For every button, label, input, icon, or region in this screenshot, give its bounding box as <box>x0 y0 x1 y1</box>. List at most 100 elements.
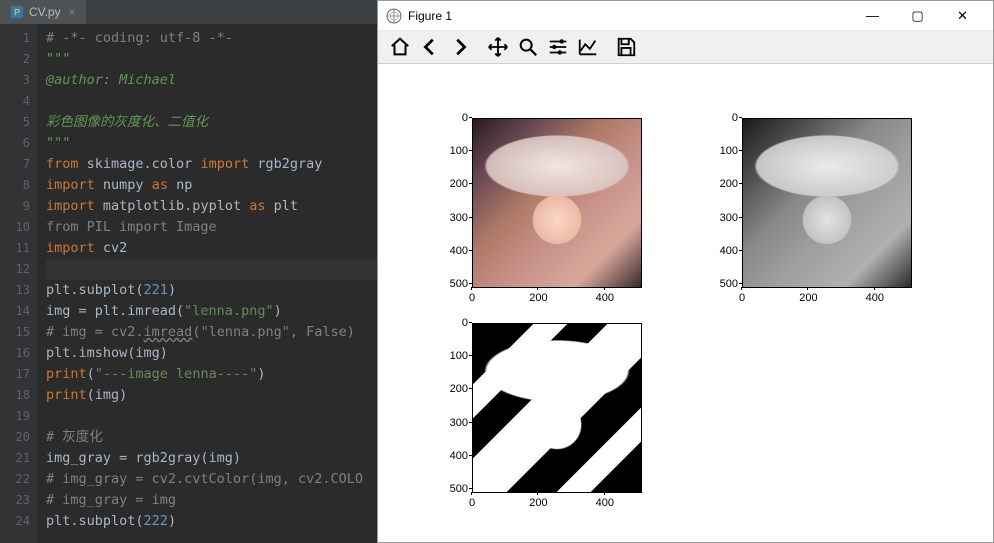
line-number: 9 <box>0 196 38 217</box>
python-file-icon: P <box>10 5 24 19</box>
minimize-button[interactable]: — <box>850 1 895 31</box>
line-number: 1 <box>0 28 38 49</box>
code-line[interactable]: import matplotlib.pyplot as plt <box>46 196 377 217</box>
y-tick-label: 300 <box>704 212 738 224</box>
line-number: 21 <box>0 448 38 469</box>
code-editor: P CV.py × 123456789101112131415161718192… <box>0 0 377 543</box>
zoom-icon[interactable] <box>514 33 542 61</box>
code-line[interactable]: print(img) <box>46 385 377 406</box>
y-tick-label: 200 <box>434 383 468 395</box>
x-tick-label: 0 <box>457 292 487 304</box>
maximize-button[interactable]: ▢ <box>895 1 940 31</box>
code-line[interactable]: # img_gray = cv2.cvtColor(img, cv2.COLO <box>46 469 377 490</box>
code-line[interactable]: print("---image lenna----") <box>46 364 377 385</box>
line-number: 8 <box>0 175 38 196</box>
line-number: 22 <box>0 469 38 490</box>
y-tick-label: 200 <box>434 178 468 190</box>
y-tick-label: 100 <box>704 145 738 157</box>
pan-icon[interactable] <box>484 33 512 61</box>
line-number: 4 <box>0 91 38 112</box>
code-line[interactable]: plt.subplot(221) <box>46 280 377 301</box>
code-line[interactable]: plt.subplot(222) <box>46 511 377 532</box>
code-line[interactable]: # img = cv2.imread("lenna.png", False) <box>46 322 377 343</box>
x-tick-label: 200 <box>793 292 823 304</box>
code-line[interactable]: from skimage.color import rgb2gray <box>46 154 377 175</box>
matplotlib-toolbar <box>378 31 993 64</box>
titlebar[interactable]: Figure 1 — ▢ ✕ <box>378 1 993 31</box>
line-number-gutter: 123456789101112131415161718192021222324 <box>0 24 38 543</box>
code-line[interactable]: from PIL import Image <box>46 217 377 238</box>
x-tick-label: 0 <box>457 497 487 509</box>
tab-close-icon[interactable]: × <box>69 5 76 19</box>
code-line[interactable]: import numpy as np <box>46 175 377 196</box>
line-number: 24 <box>0 511 38 532</box>
line-number: 14 <box>0 301 38 322</box>
code-line[interactable]: img_gray = rgb2gray(img) <box>46 448 377 469</box>
y-tick-label: 100 <box>434 145 468 157</box>
y-tick-label: 0 <box>434 112 468 124</box>
line-number: 5 <box>0 112 38 133</box>
x-tick-label: 200 <box>523 497 553 509</box>
editor-tab-cv[interactable]: P CV.py × <box>0 0 86 24</box>
figure-window: Figure 1 — ▢ ✕ <box>377 0 994 543</box>
axes-icon[interactable] <box>574 33 602 61</box>
code-line[interactable]: # img_gray = img <box>46 490 377 511</box>
line-number: 18 <box>0 385 38 406</box>
code-line[interactable]: import cv2 <box>46 238 377 259</box>
y-tick-label: 400 <box>434 450 468 462</box>
subplots-icon[interactable] <box>544 33 572 61</box>
window-title: Figure 1 <box>408 9 850 23</box>
svg-text:P: P <box>14 8 20 18</box>
line-number: 7 <box>0 154 38 175</box>
line-number: 15 <box>0 322 38 343</box>
back-icon[interactable] <box>416 33 444 61</box>
tab-filename: CV.py <box>29 5 61 19</box>
line-number: 12 <box>0 259 38 280</box>
code-line[interactable] <box>46 406 377 427</box>
code-line[interactable]: @author: Michael <box>46 70 377 91</box>
close-button[interactable]: ✕ <box>940 1 985 31</box>
y-tick-label: 300 <box>434 212 468 224</box>
plot-canvas[interactable]: 01002003004005000200400 0100200300400500… <box>378 65 993 542</box>
line-number: 2 <box>0 49 38 70</box>
y-tick-label: 100 <box>434 350 468 362</box>
y-tick-label: 300 <box>434 417 468 429</box>
line-number: 13 <box>0 280 38 301</box>
line-number: 19 <box>0 406 38 427</box>
line-number: 10 <box>0 217 38 238</box>
line-number: 3 <box>0 70 38 91</box>
x-tick-label: 400 <box>590 497 620 509</box>
x-tick-label: 200 <box>523 292 553 304</box>
x-tick-label: 400 <box>590 292 620 304</box>
y-tick-label: 400 <box>704 245 738 257</box>
line-number: 23 <box>0 490 38 511</box>
x-tick-label: 400 <box>860 292 890 304</box>
code-line[interactable]: # 灰度化 <box>46 427 377 448</box>
line-number: 6 <box>0 133 38 154</box>
home-icon[interactable] <box>386 33 414 61</box>
code-line[interactable]: 彩色图像的灰度化、二值化 <box>46 112 377 133</box>
code-line[interactable]: """ <box>46 49 377 70</box>
image-color <box>472 118 642 288</box>
y-tick-label: 0 <box>434 317 468 329</box>
code-line[interactable] <box>46 91 377 112</box>
y-tick-label: 400 <box>434 245 468 257</box>
code-line[interactable]: img = plt.imread("lenna.png") <box>46 301 377 322</box>
code-line[interactable]: # -*- coding: utf-8 -*- <box>46 28 377 49</box>
code-line[interactable]: """ <box>46 133 377 154</box>
image-gray <box>742 118 912 288</box>
code-line[interactable] <box>46 259 377 280</box>
save-icon[interactable] <box>612 33 640 61</box>
code-line[interactable]: plt.imshow(img) <box>46 343 377 364</box>
line-number: 17 <box>0 364 38 385</box>
forward-icon[interactable] <box>446 33 474 61</box>
line-number: 16 <box>0 343 38 364</box>
line-number: 11 <box>0 238 38 259</box>
y-tick-label: 500 <box>434 278 468 290</box>
x-tick-label: 0 <box>727 292 757 304</box>
editor-tabs: P CV.py × <box>0 0 377 24</box>
matplotlib-icon <box>386 8 402 24</box>
y-tick-label: 200 <box>704 178 738 190</box>
line-number: 20 <box>0 427 38 448</box>
code-area[interactable]: # -*- coding: utf-8 -*-"""@author: Micha… <box>38 24 377 543</box>
